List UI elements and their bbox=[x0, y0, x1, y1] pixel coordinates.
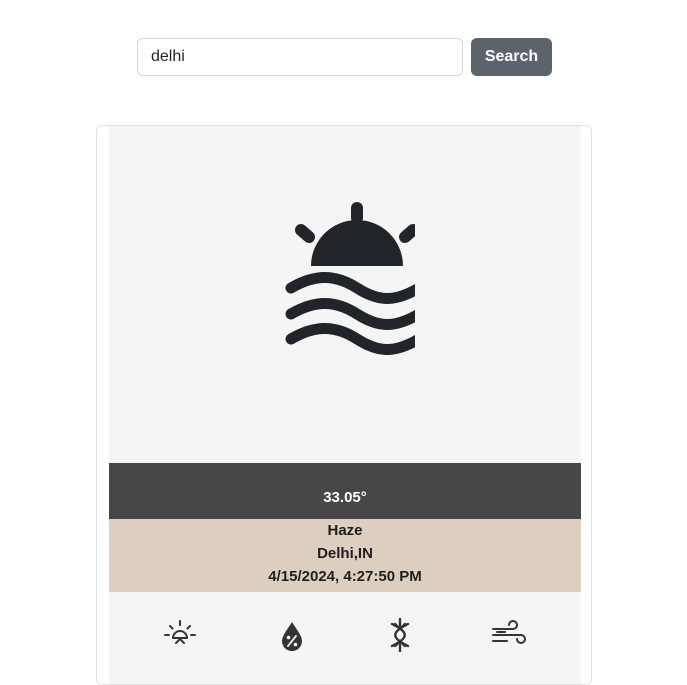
sunrise-waves-icon bbox=[285, 202, 415, 355]
sunrise-icon bbox=[164, 620, 196, 644]
temperature-value: 33.05° bbox=[323, 488, 367, 506]
wind-icon bbox=[492, 620, 526, 644]
search-input[interactable] bbox=[137, 38, 463, 76]
search-bar: Search bbox=[137, 38, 552, 76]
weather-hero bbox=[109, 126, 581, 464]
info-band: Haze Delhi,IN 4/15/2024, 4:27:50 PM bbox=[109, 519, 581, 592]
weather-details-row bbox=[109, 592, 581, 684]
humidity-icon bbox=[282, 622, 302, 651]
temperature-band: 33.05° bbox=[109, 463, 581, 519]
pressure-icon bbox=[390, 618, 410, 652]
weather-condition: Haze bbox=[327, 522, 363, 539]
weather-datetime: 4/15/2024, 4:27:50 PM bbox=[268, 568, 422, 585]
weather-card: 33.05° Haze Delhi,IN 4/15/2024, 4:27:50 … bbox=[96, 125, 592, 685]
weather-location: Delhi,IN bbox=[317, 545, 373, 562]
search-button[interactable]: Search bbox=[471, 38, 552, 76]
